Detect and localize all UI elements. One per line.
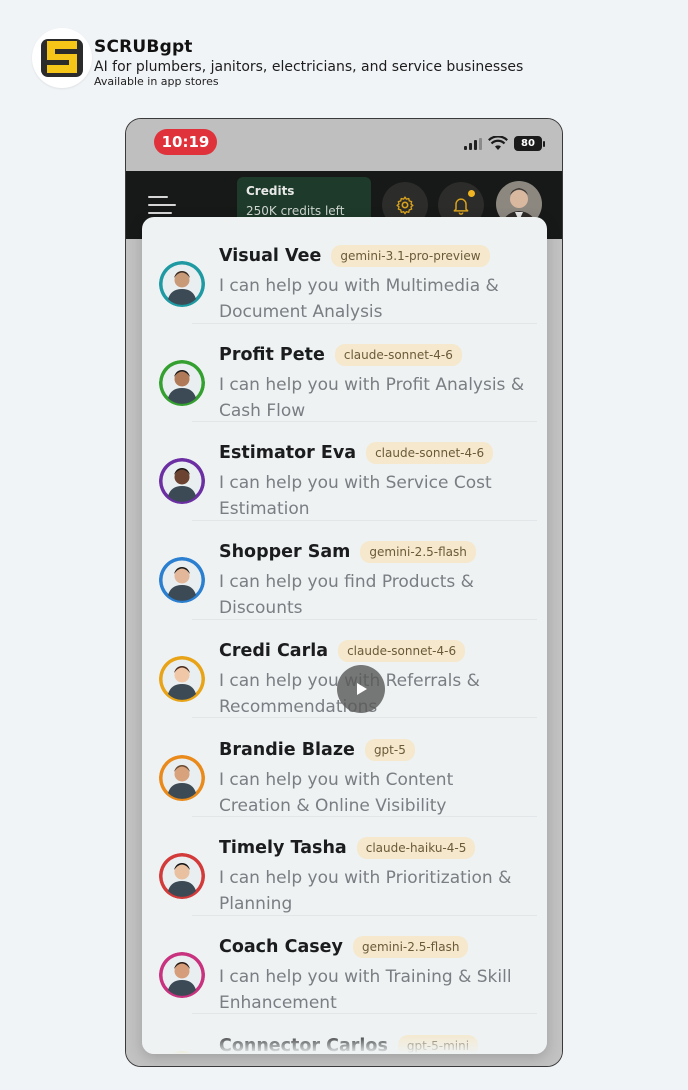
agent-name: Credi Carla	[219, 640, 329, 661]
model-badge: gemini-2.5-flash	[360, 541, 476, 564]
agent-description: I can help you find Products & Discounts	[219, 572, 474, 619]
credits-value: 250K credits left	[246, 204, 345, 218]
wifi-icon	[488, 136, 508, 150]
model-badge: claude-sonnet-4-6	[366, 442, 494, 465]
status-bar: 10:19 80	[126, 119, 562, 171]
agent-name-row: Profit Pete claude-sonnet-4-6	[219, 343, 462, 366]
agent-name-row: Shopper Sam gemini-2.5-flash	[219, 541, 476, 564]
signal-icon	[464, 137, 482, 150]
agent-picker-panel: Visual Vee gemini-3.1-pro-preview I can he…	[142, 217, 547, 1054]
battery-icon: 80	[514, 136, 545, 151]
agent-avatar	[159, 754, 205, 801]
agent-name: Brandie Blaze	[219, 739, 355, 760]
agent-name-row: Visual Vee gemini-3.1-pro-preview	[219, 245, 490, 267]
agent-item[interactable]: Profit Pete claude-sonnet-4-6 I can help y…	[142, 324, 547, 423]
agent-name-row: Brandie Blaze gpt-5	[219, 738, 415, 761]
agent-name-row: Estimator Eva claude-sonnet-4-6	[219, 442, 494, 465]
model-badge: claude-sonnet-4-6	[334, 343, 462, 366]
scrubgpt-logo	[32, 28, 92, 88]
agent-description: I can help you with Profit Analysis & Ca…	[219, 374, 525, 421]
brand-title: SCRUBgpt	[94, 37, 193, 57]
agent-name: Profit Pete	[219, 344, 325, 365]
agent-name: Timely Tasha	[219, 838, 347, 859]
model-badge: gemini-3.1-pro-preview	[331, 245, 490, 267]
model-badge: claude-sonnet-4-6	[338, 639, 466, 662]
agent-description: I can help you with Prioritization & Pla…	[219, 868, 512, 915]
agent-name: Estimator Eva	[219, 443, 357, 464]
agent-item[interactable]: Visual Vee gemini-3.1-pro-preview I can he…	[142, 225, 547, 324]
agent-avatar	[159, 359, 205, 406]
agent-name: Visual Vee	[219, 246, 322, 266]
status-time: 10:19	[154, 129, 217, 155]
model-badge: gemini-2.5-flash	[352, 935, 469, 958]
agent-description: I can help you with Service Cost Estimat…	[219, 473, 492, 520]
agent-description: I can help you with Content Creation & O…	[219, 769, 454, 816]
agent-item[interactable]: Timely Tasha claude-haiku-4-5 I can help y…	[142, 817, 547, 916]
brand-header: SCRUBgpt AI for plumbers, janitors, elec…	[32, 28, 523, 88]
play-icon	[357, 683, 367, 695]
bell-icon	[453, 198, 469, 215]
model-badge: gpt-5	[364, 738, 415, 761]
agent-name: Coach Casey	[219, 936, 343, 957]
agent-avatar	[159, 458, 205, 505]
agent-avatar	[159, 853, 205, 900]
play-button[interactable]	[337, 665, 385, 713]
agent-item[interactable]: Brandie Blaze gpt-5 I can help you with Co…	[142, 719, 547, 817]
agent-name-row: Timely Tasha claude-haiku-4-5	[219, 837, 476, 860]
agent-avatar	[159, 261, 205, 307]
brand-subtitle: AI for plumbers, janitors, electricians,…	[94, 59, 524, 75]
system-icons: 80	[464, 136, 545, 151]
notification-dot	[467, 189, 476, 198]
phone-frame: 10:19 80 Credits 250K credits left Visua…	[125, 118, 563, 1067]
agent-name: Shopper Sam	[219, 542, 351, 563]
agent-name-row: Credi Carla claude-sonnet-4-6	[219, 639, 466, 662]
agent-item[interactable]: Coach Casey gemini-2.5-flash I can help yo…	[142, 916, 547, 1015]
agent-description: I can help you with Multimedia & Documen…	[219, 276, 499, 322]
agent-name-row: Coach Casey gemini-2.5-flash	[219, 935, 469, 958]
scroll-fade	[142, 1032, 547, 1054]
agent-avatar	[159, 951, 205, 998]
agent-item[interactable]: Estimator Eva claude-sonnet-4-6 I can help…	[142, 422, 547, 521]
agent-description: I can help you with Training & Skill Enh…	[219, 966, 512, 1013]
credits-title: Credits	[246, 184, 295, 198]
gear-icon	[396, 196, 414, 215]
brand-availability: Available in app stores	[94, 75, 219, 88]
agent-item[interactable]: Shopper Sam gemini-2.5-flash I can help yo…	[142, 521, 547, 620]
agent-avatar	[159, 557, 205, 604]
agent-avatar	[159, 655, 205, 702]
model-badge: claude-haiku-4-5	[356, 837, 476, 860]
